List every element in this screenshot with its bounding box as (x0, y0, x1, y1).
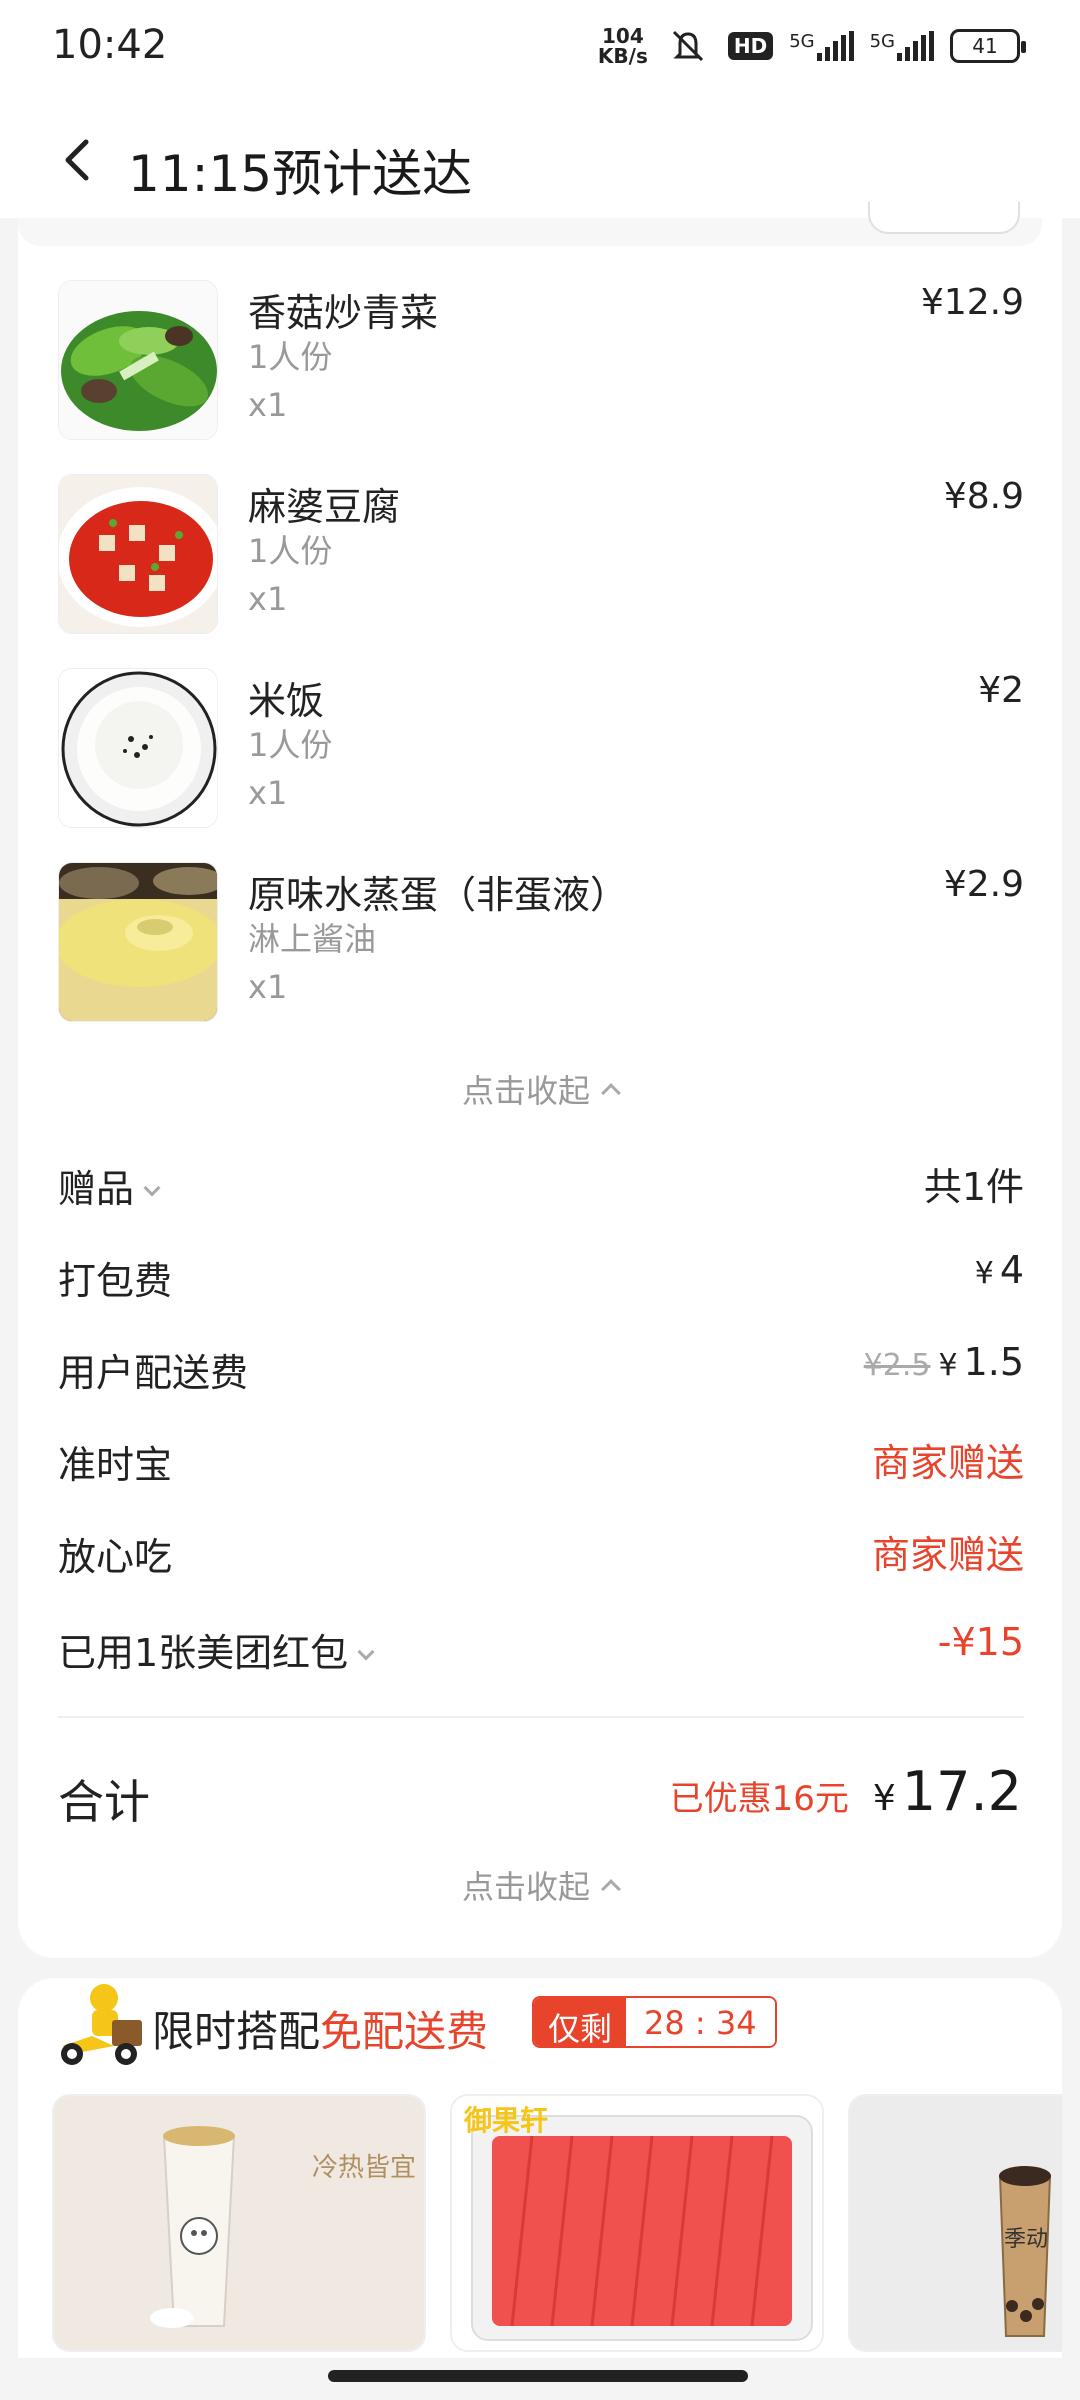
signal-icon-1: 5G (789, 31, 854, 61)
item-qty: x1 (248, 580, 288, 618)
packing-fee-row: 打包费 ¥4 (58, 1242, 1024, 1303)
item-image-tofu (58, 474, 218, 634)
safe-eat-row: 放心吃 商家赠送 (58, 1518, 1024, 1579)
item-spec: 1人份 (248, 726, 333, 764)
item-image-steamed-egg (58, 862, 218, 1022)
on-time-label: 准时宝 (58, 1443, 173, 1487)
mute-bell-icon (664, 28, 712, 64)
timer-count: 28 : 34 (626, 1998, 775, 2046)
product-image-watermelon: 御果轩 (452, 2096, 822, 2350)
item-qty: x1 (248, 968, 288, 1006)
product-image-label: 御果轩 (463, 2105, 548, 2136)
divider (58, 1716, 1024, 1718)
item-name: 香菇炒青菜 (248, 291, 439, 335)
chevron-down-icon (143, 1179, 161, 1197)
order-item[interactable]: 原味水蒸蛋（非蛋液） 淋上酱油 x1 ¥2.9 (58, 862, 1024, 1022)
safe-eat-value: 商家赠送 (871, 1533, 1024, 1577)
product-card[interactable]: 冷热皆宜 (52, 2094, 426, 2352)
item-name: 米饭 (248, 679, 325, 723)
total-price: ¥17.2 (872, 1760, 1022, 1823)
home-indicator[interactable] (328, 2370, 748, 2382)
total-label: 合计 (58, 1775, 150, 1829)
chevron-up-icon (601, 1083, 621, 1103)
item-qty: x1 (248, 774, 288, 812)
gift-label: 赠品 (58, 1167, 135, 1211)
delivery-fee-label: 用户配送费 (58, 1351, 249, 1395)
item-image-greens (58, 280, 218, 440)
item-price: ¥2.9 (943, 864, 1024, 905)
item-spec: 1人份 (248, 532, 333, 570)
order-item[interactable]: 香菇炒青菜 1人份 x1 ¥12.9 (58, 280, 1024, 440)
signal-icon-2: 5G (870, 31, 934, 61)
order-item[interactable]: 麻婆豆腐 1人份 x1 ¥8.9 (58, 474, 1024, 634)
saved-amount: 已优惠16元 (669, 1779, 849, 1819)
gift-value: 共1件 (923, 1165, 1024, 1209)
safe-eat-label: 放心吃 (58, 1535, 173, 1579)
original-delivery-fee: ¥2.5 (863, 1348, 931, 1383)
delivery-fee-row: 用户配送费 ¥2.5 ¥1.5 (58, 1334, 1024, 1395)
red-packet-value: -¥15 (937, 1620, 1024, 1664)
collapse-fees-button[interactable]: 点击收起 (0, 1862, 1080, 1908)
order-item[interactable]: 米饭 1人份 x1 ¥2 (58, 668, 1024, 828)
status-icons: 104 KB/s HD 5G 5G 41 (597, 24, 1026, 68)
item-name: 原味水蒸蛋（非蛋液） (248, 873, 629, 917)
red-packet-row[interactable]: 已用1张美团红包 -¥15 (58, 1614, 1024, 1675)
delivery-fee-value: ¥2.5 ¥1.5 (863, 1340, 1024, 1384)
page-title: 11:15预计送达 (128, 145, 473, 203)
item-price: ¥8.9 (943, 476, 1024, 517)
chevron-down-icon (357, 1643, 375, 1661)
item-name: 麻婆豆腐 (248, 485, 401, 529)
product-image-drink: 冷热皆宜 (54, 2096, 424, 2350)
product-image-label: 冷热皆宜 (312, 2153, 416, 2182)
battery-icon: 41 (950, 29, 1026, 63)
product-card[interactable]: 御果轩 (450, 2094, 824, 2352)
network-speed: 104 KB/s (597, 24, 648, 68)
red-packet-label: 已用1张美团红包 (58, 1631, 349, 1675)
promo-title: 限时搭配免配送费 (152, 2007, 489, 2056)
hd-icon: HD (727, 32, 774, 60)
collapse-items-button[interactable]: 点击收起 (0, 1066, 1080, 1112)
delivery-scooter-icon (61, 1984, 142, 2065)
product-card[interactable]: 季动 (848, 2094, 1062, 2352)
total-amount: 已优惠16元 ¥17.2 (670, 1760, 1022, 1823)
on-time-value: 商家赠送 (871, 1441, 1024, 1485)
product-image-label: 季动 (1004, 2226, 1048, 2251)
gift-row[interactable]: 赠品 共1件 (58, 1150, 1024, 1211)
item-spec: 淋上酱油 (248, 920, 377, 958)
item-image-rice (58, 668, 218, 828)
item-spec: 1人份 (248, 338, 333, 376)
product-image-milk-tea: 季动 (850, 2096, 1062, 2350)
timer-label: 仅剩 (534, 1998, 627, 2046)
status-time: 10:42 (52, 22, 168, 68)
item-price: ¥12.9 (920, 282, 1024, 323)
hidden-button-edge[interactable] (868, 202, 1020, 234)
page-header: 11:15预计送达 (0, 100, 1080, 218)
packing-fee-value: ¥4 (974, 1248, 1024, 1292)
back-arrow-icon[interactable] (54, 136, 102, 184)
countdown-timer: 仅剩 28 : 34 (532, 1996, 777, 2048)
item-price: ¥2 (978, 670, 1024, 711)
status-bar: 10:42 104 KB/s HD 5G 5G 41 (0, 0, 1080, 100)
packing-fee-label: 打包费 (58, 1259, 173, 1303)
chevron-up-icon (601, 1879, 621, 1899)
on-time-row: 准时宝 商家赠送 (58, 1426, 1024, 1487)
item-qty: x1 (248, 386, 288, 424)
